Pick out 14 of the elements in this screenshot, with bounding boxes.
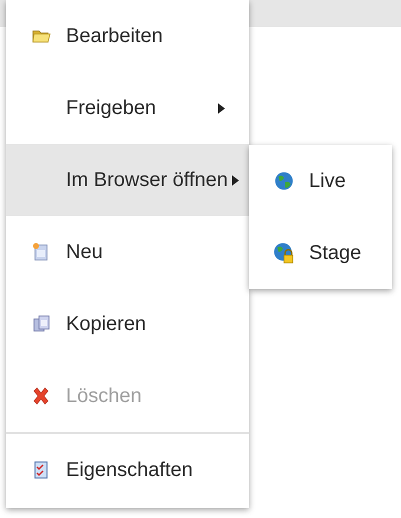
menu-item[interactable]: Live [249, 145, 392, 217]
globe-icon [273, 170, 295, 192]
menu-item[interactable]: Freigeben [6, 72, 249, 144]
menu-item[interactable]: Im Browser öffnen [6, 144, 249, 216]
menu-item[interactable]: Neu [6, 216, 249, 288]
delete-icon [31, 386, 51, 406]
menu-item[interactable]: Kopieren [6, 288, 249, 360]
submenu-arrow-icon [232, 174, 239, 186]
globe-lock-icon [273, 242, 295, 264]
copy-icon [31, 314, 51, 334]
menu-item[interactable]: Bearbeiten [6, 0, 249, 72]
submenu-arrow-icon [218, 102, 225, 114]
menu-item[interactable]: Stage [249, 217, 392, 289]
menu-item[interactable]: Eigenschaften [6, 434, 249, 506]
